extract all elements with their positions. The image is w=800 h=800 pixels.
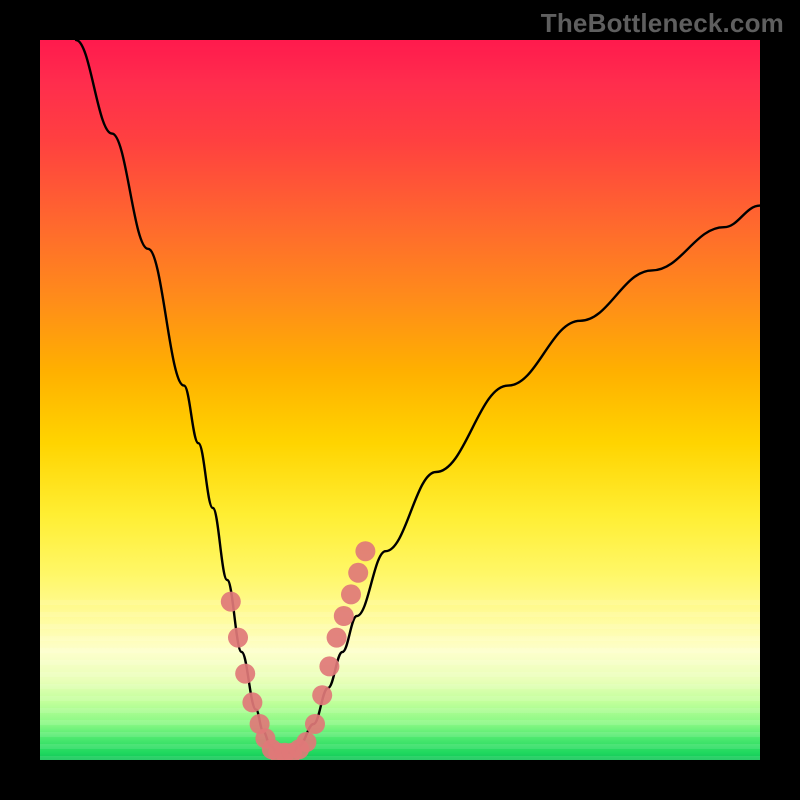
highlight-dot <box>221 592 241 612</box>
highlight-dot <box>319 656 339 676</box>
highlight-dot <box>305 714 325 734</box>
chart-frame: TheBottleneck.com <box>0 0 800 800</box>
bottleneck-curve <box>76 40 760 753</box>
watermark-text: TheBottleneck.com <box>541 8 784 39</box>
highlight-dot <box>327 628 347 648</box>
highlight-dot <box>235 664 255 684</box>
highlight-dot <box>348 563 368 583</box>
highlight-dot <box>355 541 375 561</box>
plot-area <box>40 40 760 760</box>
highlight-dot <box>228 628 248 648</box>
highlight-dot <box>334 606 354 626</box>
highlight-dot <box>296 732 316 752</box>
highlight-dots <box>221 541 376 760</box>
bottleneck-curve-svg <box>40 40 760 760</box>
highlight-dot <box>242 692 262 712</box>
highlight-dot <box>312 685 332 705</box>
highlight-dot <box>341 584 361 604</box>
